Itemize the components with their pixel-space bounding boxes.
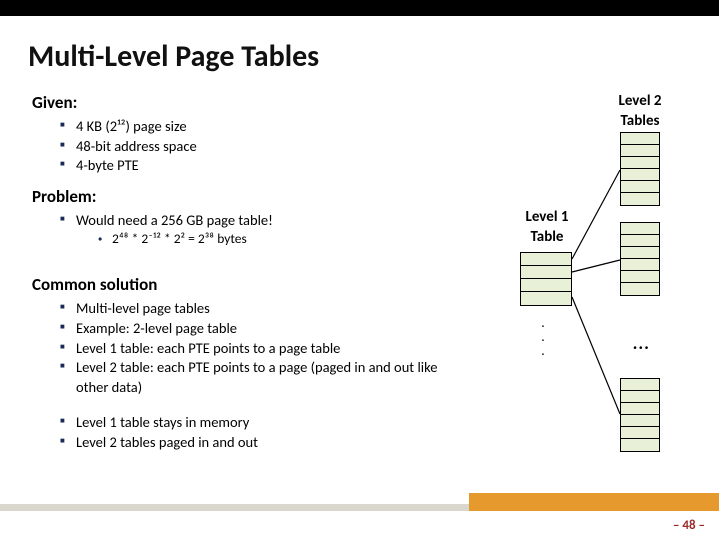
- common-item: Example: 2-level page table: [60, 319, 462, 339]
- given-list: 4 KB (2¹²) page size 48-bit address spac…: [60, 117, 462, 176]
- given-heading: Given:: [32, 92, 462, 113]
- level2-table: [620, 222, 660, 296]
- slide-title: Multi-Level Page Tables: [28, 38, 319, 75]
- given-item: 48-bit address space: [60, 137, 462, 157]
- page-number: – 48 –: [673, 518, 705, 533]
- footer-bar: [0, 493, 719, 511]
- vertical-dots: ...: [540, 317, 546, 359]
- common-item: Level 2 tables paged in and out: [60, 433, 462, 453]
- level2-table: [620, 132, 660, 206]
- top-black-bar: [0, 0, 719, 16]
- footer-gray: [0, 504, 469, 511]
- level1-table: [520, 252, 572, 306]
- level2-table: [620, 378, 660, 452]
- horizontal-dots: ...: [633, 332, 650, 354]
- given-item: 4 KB (2¹²) page size: [60, 117, 462, 137]
- slide: Multi-Level Page Tables Given: 4 KB (2¹²…: [0, 0, 719, 539]
- level2-label2: Tables: [600, 112, 680, 130]
- problem-subitem: 2⁴⁸ * 2⁻¹² * 2² = 2³⁸ bytes: [98, 230, 462, 248]
- given-item: 4-byte PTE: [60, 156, 462, 176]
- diagram: Level 2 Tables Level 1 Table ... ...: [490, 92, 700, 472]
- problem-list: Would need a 256 GB page table! 2⁴⁸ * 2⁻…: [60, 211, 462, 249]
- common-item: Level 1 table stays in memory: [60, 413, 462, 433]
- common-list-a: Multi-level page tables Example: 2-level…: [60, 299, 462, 397]
- problem-sublist: 2⁴⁸ * 2⁻¹² * 2² = 2³⁸ bytes: [98, 230, 462, 248]
- level2-label: Level 2: [600, 92, 680, 110]
- content-area: Given: 4 KB (2¹²) page size 48-bit addre…: [32, 92, 462, 458]
- common-item: Multi-level page tables: [60, 299, 462, 319]
- level1-label2: Table: [512, 228, 582, 246]
- common-heading: Common solution: [32, 274, 462, 295]
- problem-item: Would need a 256 GB page table! 2⁴⁸ * 2⁻…: [60, 211, 462, 249]
- common-item: Level 1 table: each PTE points to a page…: [60, 339, 462, 359]
- footer-orange: [469, 493, 719, 511]
- level1-label: Level 1: [512, 208, 582, 226]
- common-item: Level 2 table: each PTE points to a page…: [60, 358, 462, 397]
- problem-heading: Problem:: [32, 186, 462, 207]
- common-list-b: Level 1 table stays in memory Level 2 ta…: [60, 413, 462, 452]
